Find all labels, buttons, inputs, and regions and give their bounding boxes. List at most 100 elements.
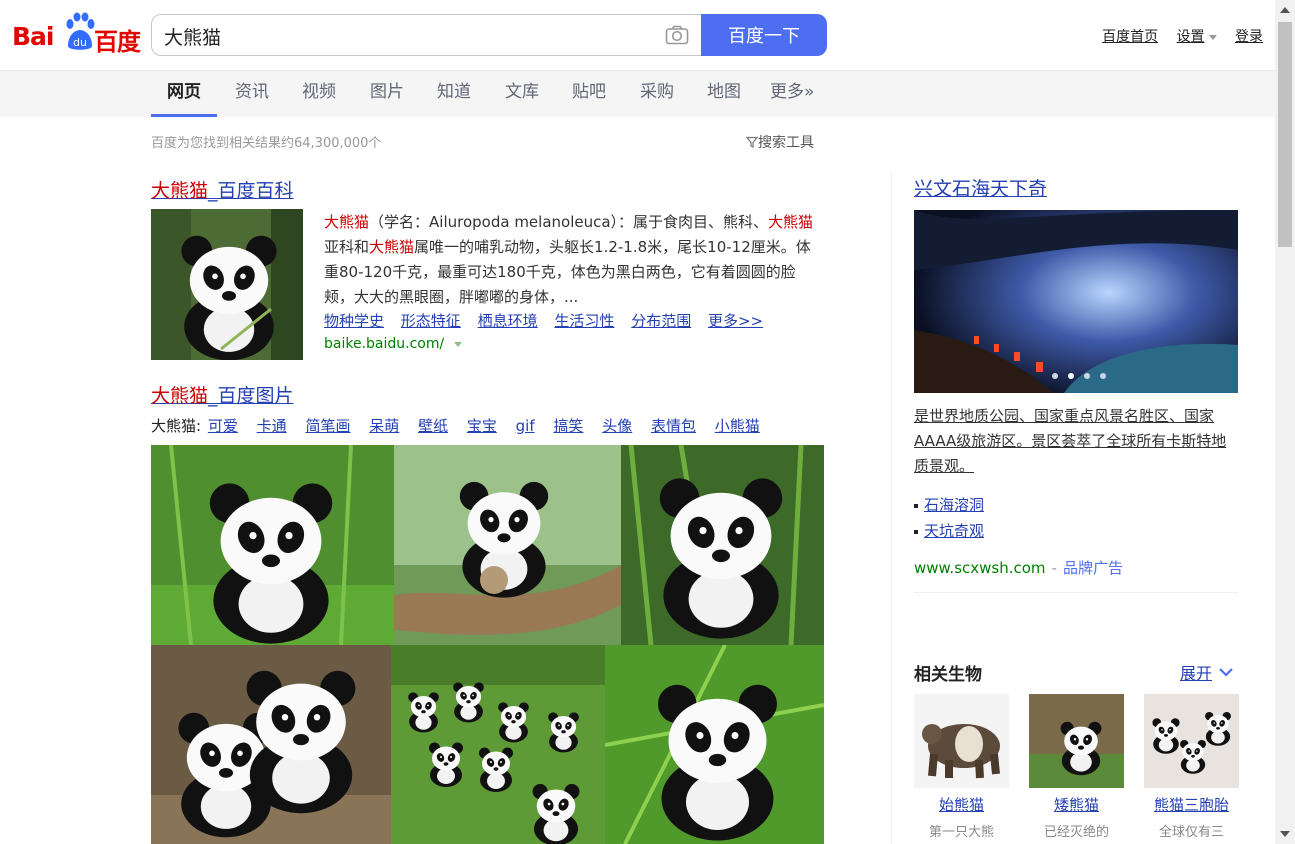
ad-url[interactable]: www.scxwsh.com <box>914 559 1046 577</box>
ad-footer: www.scxwsh.com - 品牌广告 <box>914 557 1123 578</box>
related-image[interactable] <box>1029 694 1124 788</box>
ad-separator: - <box>1051 559 1057 577</box>
result-count: 百度为您找到相关结果约64,300,000个 <box>151 136 382 151</box>
dropdown-arrow-icon[interactable] <box>454 341 463 347</box>
scroll-up-arrow-icon[interactable] <box>1280 7 1290 13</box>
tab-zhidao[interactable]: 知道 <box>437 71 471 117</box>
baike-source-url[interactable]: baike.baidu.com/ <box>324 336 463 352</box>
ad-sublink[interactable]: 石海溶洞 <box>914 494 984 515</box>
baike-thumbnail[interactable] <box>151 209 303 360</box>
logo-cn: 百度 <box>94 28 141 56</box>
related-image[interactable] <box>914 694 1009 788</box>
ad-sublink-label[interactable]: 石海溶洞 <box>924 496 984 514</box>
baike-link-habitat[interactable]: 栖息环境 <box>478 312 538 330</box>
related-card[interactable]: 矮熊猫 已经灭绝的 <box>1029 694 1124 840</box>
scrollbar-thumb[interactable] <box>1278 22 1292 247</box>
baike-link-distribution[interactable]: 分布范围 <box>631 312 691 330</box>
image-result-title[interactable]: 大熊猫_百度图片 <box>151 381 294 408</box>
tab-tieba[interactable]: 贴吧 <box>572 71 606 117</box>
related-desc: 第一只大熊 <box>928 825 994 840</box>
tab-images[interactable]: 图片 <box>370 71 404 117</box>
search-button[interactable]: 百度一下 <box>701 14 827 56</box>
title-rest: _百度图片 <box>208 385 294 407</box>
tag-link[interactable]: 简笔画 <box>305 417 350 435</box>
top-links: 百度首页 设置 登录 <box>1088 26 1263 46</box>
ad-description[interactable]: 是世界地质公园、国家重点风景名胜区、国家AAAA级旅游区。景区荟萃了全球所有卡斯… <box>914 404 1238 479</box>
panda-image-3[interactable] <box>621 445 824 645</box>
expand-button[interactable]: 展开 <box>1180 660 1234 684</box>
tab-news[interactable]: 资讯 <box>235 71 269 117</box>
tab-more[interactable]: 更多» <box>770 71 814 117</box>
column-divider <box>891 172 892 844</box>
scrollbar[interactable] <box>1275 0 1295 844</box>
login-link[interactable]: 登录 <box>1235 29 1263 45</box>
ad-sublink[interactable]: 天坑奇观 <box>914 520 984 541</box>
related-desc: 全球仅有三 <box>1158 825 1224 840</box>
related-card[interactable]: 始熊猫 第一只大熊 <box>914 694 1009 840</box>
search-tools-button[interactable]: 搜索工具 <box>745 132 814 152</box>
related-name[interactable]: 熊猫三胞胎 <box>1144 794 1239 815</box>
baike-result-title[interactable]: 大熊猫_百度百科 <box>151 176 294 203</box>
related-card[interactable]: 熊猫三胞胎 全球仅有三 <box>1144 694 1239 840</box>
tag-prefix: 大熊猫: <box>151 417 202 435</box>
highlight-keyword: 大熊猫 <box>768 213 814 231</box>
header: Bai du 百度 百度一下 百度首页 设置 登录 <box>0 0 1275 70</box>
tag-link[interactable]: 呆萌 <box>369 417 399 435</box>
camera-icon[interactable] <box>665 25 689 49</box>
tab-map[interactable]: 地图 <box>707 71 741 117</box>
related-desc: 已经灭绝的 <box>1043 825 1109 840</box>
tab-caigou[interactable]: 采购 <box>640 71 674 117</box>
tag-link[interactable]: 小熊猫 <box>715 417 760 435</box>
brand-ad-tag[interactable]: 品牌广告 <box>1063 559 1123 577</box>
related-name[interactable]: 始熊猫 <box>914 794 1009 815</box>
tab-video[interactable]: 视频 <box>302 71 336 117</box>
image-tags: 大熊猫: 可爱 卡通 简笔画 呆萌 壁纸 宝宝 gif 搞笑 头像 表情包 小熊… <box>151 415 760 436</box>
search-input[interactable] <box>162 21 656 51</box>
tag-link[interactable]: 卡通 <box>257 417 287 435</box>
title-keyword: 大熊猫 <box>151 180 209 202</box>
snippet-text: 亚科和 <box>324 238 370 256</box>
panda-image-4[interactable] <box>151 645 391 844</box>
baike-url-text: baike.baidu.com/ <box>324 336 445 352</box>
search-box <box>151 14 701 56</box>
tag-link[interactable]: 可爱 <box>208 417 238 435</box>
tag-link[interactable]: 搞笑 <box>553 417 583 435</box>
tag-link[interactable]: 头像 <box>602 417 632 435</box>
baike-link-morphology[interactable]: 形态特征 <box>401 312 461 330</box>
chevron-down-icon <box>1219 668 1233 677</box>
tag-link[interactable]: gif <box>516 417 535 435</box>
tag-link[interactable]: 表情包 <box>651 417 696 435</box>
baike-sublinks: 物种学史 形态特征 栖息环境 生活习性 分布范围 更多>> <box>324 310 775 332</box>
tab-bar: 网页 资讯 视频 图片 知道 文库 贴吧 采购 地图 更多» <box>0 70 1275 117</box>
tag-link[interactable]: 壁纸 <box>418 417 448 435</box>
baidu-logo[interactable]: Bai du 百度 <box>12 10 142 56</box>
panda-image-5[interactable] <box>391 645 605 844</box>
baike-link-species-history[interactable]: 物种学史 <box>324 312 384 330</box>
paw-icon: du <box>64 12 96 56</box>
ad-sublink-label[interactable]: 天坑奇观 <box>924 522 984 540</box>
tag-link[interactable]: 宝宝 <box>467 417 497 435</box>
settings-link[interactable]: 设置 <box>1177 29 1217 45</box>
ad-title[interactable]: 兴文石海天下奇 <box>914 174 1047 201</box>
panda-image-6[interactable] <box>605 645 824 844</box>
tab-wenku[interactable]: 文库 <box>505 71 539 117</box>
logo-latin: Bai <box>12 22 54 51</box>
tab-web[interactable]: 网页 <box>151 71 217 117</box>
baike-link-habits[interactable]: 生活习性 <box>554 312 614 330</box>
snippet-text: （学名：Ailuropoda melanoleuca）：属于食肉目、熊科、 <box>369 213 769 231</box>
panda-image-1[interactable] <box>151 445 394 645</box>
home-link[interactable]: 百度首页 <box>1102 29 1158 45</box>
baike-link-more[interactable]: 更多>> <box>708 312 763 330</box>
related-name[interactable]: 矮熊猫 <box>1029 794 1124 815</box>
panda-image-2[interactable] <box>394 445 621 645</box>
related-image[interactable] <box>1144 694 1239 788</box>
title-rest: _百度百科 <box>208 180 294 202</box>
ad-separator-line <box>914 592 1238 593</box>
scroll-down-arrow-icon[interactable] <box>1280 831 1290 837</box>
highlight-keyword: 大熊猫 <box>369 238 415 256</box>
bullet-icon <box>914 529 918 534</box>
logo-paw-text: du <box>73 36 87 49</box>
baike-snippet: 大熊猫（学名：Ailuropoda melanoleuca）：属于食肉目、熊科、… <box>324 210 814 310</box>
ad-carousel-image[interactable] <box>914 210 1238 393</box>
search-tools-label: 搜索工具 <box>758 135 814 151</box>
